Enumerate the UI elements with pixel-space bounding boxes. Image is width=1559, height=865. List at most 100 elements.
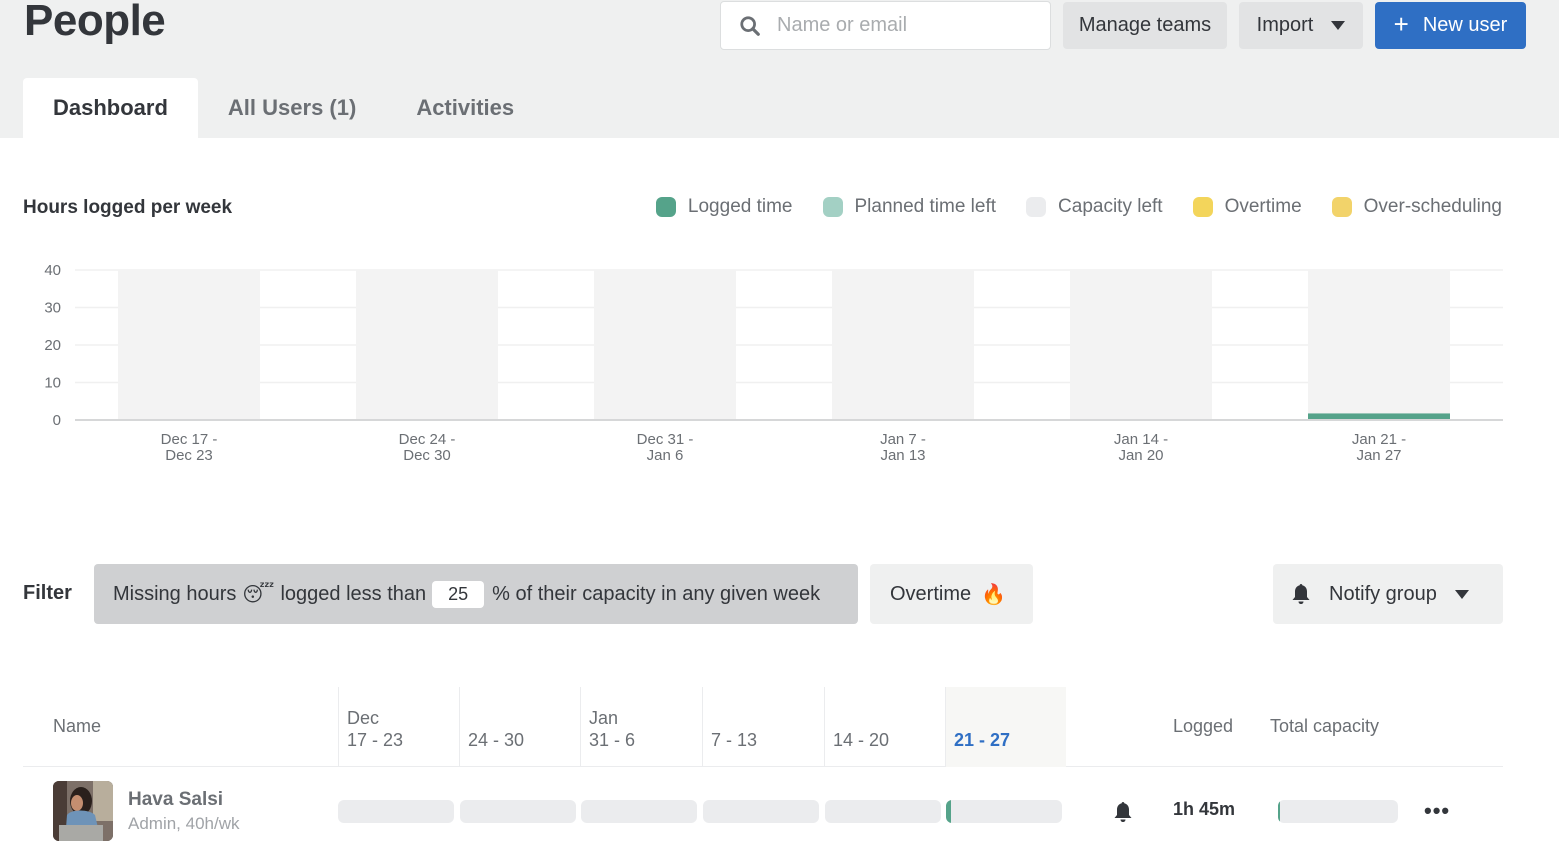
import-label: Import — [1256, 14, 1314, 36]
x-tick-label: Dec 31 - — [637, 431, 694, 448]
notify-group-button[interactable]: Notify group — [1273, 564, 1503, 624]
legend-swatch-planned — [822, 197, 843, 217]
week-month: Jan — [589, 708, 619, 728]
week-month — [833, 707, 945, 729]
y-tick-label: 40 — [44, 262, 61, 279]
week-month — [468, 707, 580, 729]
capacity-text: % of their capacity in any given week — [492, 582, 821, 605]
y-tick-label: 30 — [44, 300, 61, 317]
overtime-filter-label: Overtime — [890, 582, 972, 605]
x-tick-label: Jan 7 - — [880, 431, 926, 448]
column-header-week: Jan 31 - 6 — [580, 687, 701, 767]
column-header-week: Dec 17 - 23 — [338, 687, 459, 767]
caret-down-icon — [1331, 21, 1346, 30]
column-header-capacity[interactable]: Total capacity — [1270, 716, 1379, 737]
bar-capacity-left — [1070, 270, 1212, 420]
legend-swatch-over-scheduling — [1331, 197, 1352, 217]
week-month: Dec — [347, 708, 380, 728]
legend-label: Planned time left — [854, 196, 997, 217]
week-range: 31 - 6 — [589, 730, 636, 750]
bar-capacity-left — [594, 270, 736, 420]
chart-legend: Logged time Planned time left Capacity l… — [626, 196, 1502, 218]
overtime-filter[interactable]: Overtime 🔥 — [870, 564, 1033, 624]
legend-logged-time: Logged time — [655, 196, 793, 218]
search-icon — [740, 15, 760, 36]
x-tick-label: Dec 23 — [165, 447, 213, 464]
legend-planned-time-left: Planned time left — [822, 196, 997, 218]
y-tick-label: 10 — [44, 375, 61, 392]
x-tick-label: Jan 27 — [1356, 447, 1401, 464]
avatar[interactable] — [53, 781, 113, 841]
chart-title: Hours logged per week — [23, 197, 233, 218]
new-user-label: New user — [1422, 14, 1508, 36]
bar-capacity-left — [356, 270, 498, 420]
column-header-week: 14 - 20 — [824, 687, 945, 767]
legend-over-scheduling: Over-scheduling — [1331, 196, 1502, 218]
week-range: 7 - 13 — [711, 730, 758, 750]
x-tick-label: Dec 30 — [403, 447, 451, 464]
legend-swatch-overtime — [1192, 197, 1213, 217]
week-range: 24 - 30 — [468, 730, 525, 750]
bell-icon[interactable] — [1113, 801, 1133, 823]
user-role: Admin, 40h/wk — [128, 814, 240, 833]
user-name[interactable]: Hava Salsi — [128, 789, 223, 811]
legend-label: Overtime — [1224, 196, 1302, 217]
bar-capacity-left — [118, 270, 260, 420]
more-options-icon[interactable]: ••• — [1424, 798, 1450, 824]
week-progress-bar — [825, 800, 941, 823]
bar-capacity-left — [1308, 270, 1450, 414]
legend-overtime: Overtime — [1192, 196, 1302, 218]
tab-all-users[interactable]: All Users (1) — [198, 78, 386, 138]
search-box[interactable] — [720, 1, 1051, 50]
notify-group-label: Notify group — [1329, 582, 1437, 605]
bell-icon — [1292, 584, 1310, 604]
legend-label: Logged time — [687, 196, 793, 217]
filter-label: Filter — [23, 582, 72, 604]
column-header-week: 7 - 13 — [702, 687, 823, 767]
table-header: Name Dec 17 - 23 24 - 30 Jan 31 - 6 7 - … — [23, 687, 1503, 767]
legend-label: Over-scheduling — [1363, 196, 1502, 217]
column-header-logged[interactable]: Logged — [1173, 716, 1233, 737]
x-tick-label: Jan 21 - — [1352, 431, 1406, 448]
legend-swatch-capacity — [1026, 197, 1047, 217]
import-button[interactable]: Import — [1239, 2, 1363, 49]
table-row[interactable]: Hava Salsi Admin, 40h/wk 1h 45m ••• — [23, 768, 1503, 858]
column-header-name[interactable]: Name — [53, 716, 101, 737]
column-header-week: 24 - 30 — [459, 687, 580, 767]
logged-less-than-text: logged less than — [280, 582, 427, 605]
x-tick-label: Jan 6 — [647, 447, 684, 464]
week-progress-fill — [946, 800, 951, 823]
search-input[interactable] — [777, 14, 1017, 37]
missing-hours-text: Missing hours — [113, 582, 237, 605]
week-progress-bar — [460, 800, 576, 823]
tab-activities[interactable]: Activities — [386, 78, 544, 138]
x-tick-label: Dec 17 - — [161, 431, 218, 448]
week-progress-bar — [581, 800, 697, 823]
caret-down-icon — [1454, 589, 1469, 599]
capacity-progress-bar — [1278, 800, 1398, 823]
sleeping-face-icon: 😴 — [242, 583, 275, 606]
week-range: 17 - 23 — [347, 730, 404, 750]
manage-teams-button[interactable]: Manage teams — [1063, 2, 1227, 49]
x-tick-label: Jan 20 — [1118, 447, 1163, 464]
fire-icon: 🔥 — [981, 583, 1007, 606]
new-user-button[interactable]: + New user — [1375, 2, 1526, 49]
week-month — [954, 707, 1066, 729]
week-month — [711, 707, 823, 729]
page-title: People — [24, 0, 166, 45]
logged-value: 1h 45m — [1173, 799, 1236, 819]
week-progress-bar-current — [946, 800, 1062, 823]
tab-dashboard[interactable]: Dashboard — [23, 78, 198, 138]
week-progress-bar — [338, 800, 454, 823]
tab-bar: Dashboard All Users (1) Activities — [23, 78, 544, 138]
legend-label: Capacity left — [1058, 196, 1163, 217]
y-tick-label: 0 — [53, 412, 61, 429]
week-range: 21 - 27 — [954, 730, 1011, 750]
threshold-input[interactable] — [432, 580, 485, 608]
capacity-progress-fill — [1278, 800, 1280, 823]
legend-capacity-left: Capacity left — [1026, 196, 1163, 218]
legend-swatch-logged — [655, 197, 676, 217]
column-header-week-current: 21 - 27 — [945, 687, 1066, 767]
x-tick-label: Jan 14 - — [1114, 431, 1168, 448]
missing-hours-filter[interactable]: Missing hours 😴 logged less than % of th… — [94, 564, 858, 624]
